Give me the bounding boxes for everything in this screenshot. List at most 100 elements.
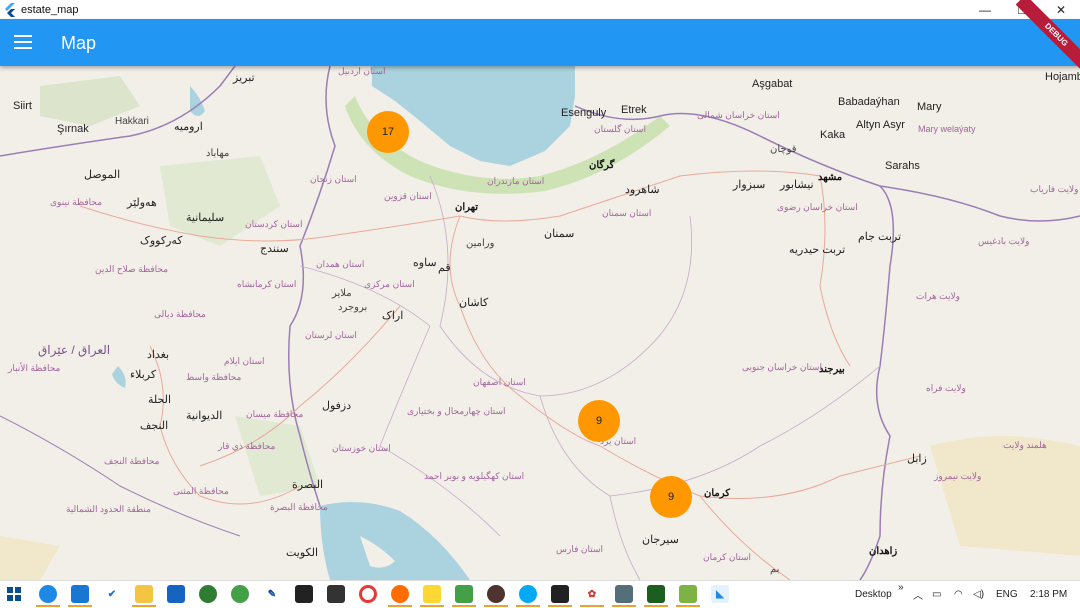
music-icon[interactable] (484, 585, 508, 607)
province-label: ولایت نیمروز (934, 471, 982, 481)
postman-icon[interactable] (388, 585, 412, 607)
excel-icon[interactable] (644, 585, 668, 607)
province-label: استان کرمان (703, 552, 752, 562)
province-label: استان گلستان (594, 124, 646, 134)
city-label: سليمانية (186, 212, 225, 224)
city-label: ورامین (466, 238, 495, 249)
city-label: الحلة (148, 394, 172, 406)
province-label: استان زنجان (310, 174, 357, 184)
province-label: استان مازندران (487, 176, 545, 186)
android-icon[interactable] (327, 585, 345, 603)
city-label: قم (438, 262, 451, 274)
city-label: Kaka (820, 129, 846, 141)
windows-start-icon[interactable] (7, 587, 21, 601)
city-label: الديوانية (186, 410, 223, 422)
city-label: شاهرود (625, 184, 660, 196)
desktop-toolbar[interactable]: Desktop (855, 581, 892, 608)
tool-icon[interactable]: ✎ (263, 585, 281, 603)
city-label: کرمان (704, 488, 731, 499)
province-label: محافظة ذي قار (218, 441, 276, 451)
calculator-icon[interactable] (612, 585, 636, 607)
city-label: كربلاء (130, 369, 157, 381)
map-view[interactable]: تبریز ارومیه مهاباد Siirt Şırnak Hakkari… (0, 66, 1080, 580)
city-label: الموصل (84, 169, 121, 181)
city-label: گرگان (589, 160, 615, 171)
window-titlebar: estate_map — ❐ ✕ (0, 0, 1080, 19)
city-label: تهران (455, 202, 479, 213)
paint-icon[interactable]: ✿ (580, 585, 604, 607)
vscode-icon[interactable] (68, 585, 92, 607)
notes-icon[interactable] (420, 585, 444, 607)
hamburger-menu-icon[interactable] (14, 35, 32, 49)
province-label: استان همدان (316, 259, 365, 269)
city-label: Altyn Asyr (856, 119, 905, 131)
city-label: البصرة (292, 479, 324, 491)
province-label: استان ایلام (224, 356, 265, 366)
province-label: استان فارس (556, 544, 603, 554)
province-label: استان مرکزی (364, 279, 415, 289)
battery-icon[interactable]: ▭ (932, 581, 941, 608)
province-label: محافظة ديالى (154, 309, 206, 319)
camtasia-icon[interactable] (452, 585, 476, 607)
province-label: استان کردستان (245, 219, 303, 229)
map-base-layer (0, 66, 1080, 580)
window-title: estate_map (21, 3, 79, 16)
app-bar-title: Map (61, 33, 97, 53)
city-label: بیرجند (819, 364, 845, 375)
flutter-icon[interactable]: ◣ (711, 585, 729, 603)
wifi-icon[interactable]: ◠ (954, 581, 963, 608)
map-cluster-marker[interactable]: 9 (578, 400, 620, 442)
terminal-icon[interactable] (548, 585, 572, 607)
province-label: استان چهارمحال و بختیاری (407, 406, 506, 416)
city-label: بغداد (147, 349, 170, 361)
language-indicator[interactable]: ENG (996, 581, 1018, 608)
windows-taskbar: ✔ ✎ ✿ ◣ Desktop » ︿ ▭ ◠ ◁) ENG 2:18 PM (0, 580, 1080, 608)
city-label: قوچان (770, 144, 797, 155)
edge-icon[interactable] (36, 585, 60, 607)
android-studio-icon[interactable] (676, 585, 700, 607)
city-label: بروجرد (338, 302, 368, 313)
toolbar-chevron-icon[interactable]: » (898, 574, 904, 601)
province-label: استان اصفهان (473, 377, 526, 387)
province-label: استان خراسان جنوبی (742, 362, 822, 372)
province-label: استان اردبیل (338, 66, 386, 76)
province-label: محافظة صلاح الدين (95, 264, 169, 274)
city-label: Babadaýhan (838, 96, 900, 108)
province-label: ولایت فراه (926, 383, 966, 393)
province-label: استان کهگیلویه و بویر احمد (424, 471, 525, 481)
city-label: تبریز (233, 72, 255, 84)
city-label: مشهد (818, 172, 843, 183)
skype-icon[interactable] (516, 585, 540, 607)
city-label: النجف (140, 420, 169, 432)
city-label: ساوه (413, 257, 437, 269)
province-label: محافظة البصرة (270, 502, 328, 512)
xbox-icon[interactable] (199, 585, 217, 603)
map-cluster-marker[interactable]: 9 (650, 476, 692, 518)
volume-icon[interactable]: ◁) (973, 581, 984, 608)
clock[interactable]: 2:18 PM (1030, 581, 1067, 608)
chrome-icon[interactable] (359, 585, 377, 603)
city-label: Şırnak (57, 123, 89, 135)
city-label: Mary (917, 101, 942, 113)
province-label: استان سمنان (602, 208, 652, 218)
file-explorer-icon[interactable] (132, 585, 156, 607)
city-label: Siirt (13, 100, 32, 112)
province-label: ولایت فاریاب (1030, 184, 1079, 194)
province-label: ولایت هرات (916, 291, 961, 301)
province-label: محافظة الأنبار (8, 363, 61, 373)
city-label: Etrek (621, 104, 647, 116)
city-label: سبزوار (733, 179, 766, 191)
city-label: سنندج (260, 243, 289, 255)
todo-icon[interactable]: ✔ (103, 585, 121, 603)
map-cluster-marker[interactable]: 17 (367, 111, 409, 153)
province-label: استان خراسان شمالی (697, 110, 780, 120)
minimize-button[interactable]: — (966, 0, 1004, 19)
tray-up-arrow-icon[interactable]: ︿ (913, 581, 923, 608)
telegram-icon[interactable] (231, 585, 249, 603)
app-bar: Map (0, 19, 1080, 66)
flutter-app-icon (5, 2, 15, 17)
province-label: محافظة النجف (104, 456, 160, 466)
city-label: Aşgabat (752, 78, 793, 90)
sticky-notes-icon[interactable] (295, 585, 313, 603)
calendar-icon[interactable] (167, 585, 185, 603)
